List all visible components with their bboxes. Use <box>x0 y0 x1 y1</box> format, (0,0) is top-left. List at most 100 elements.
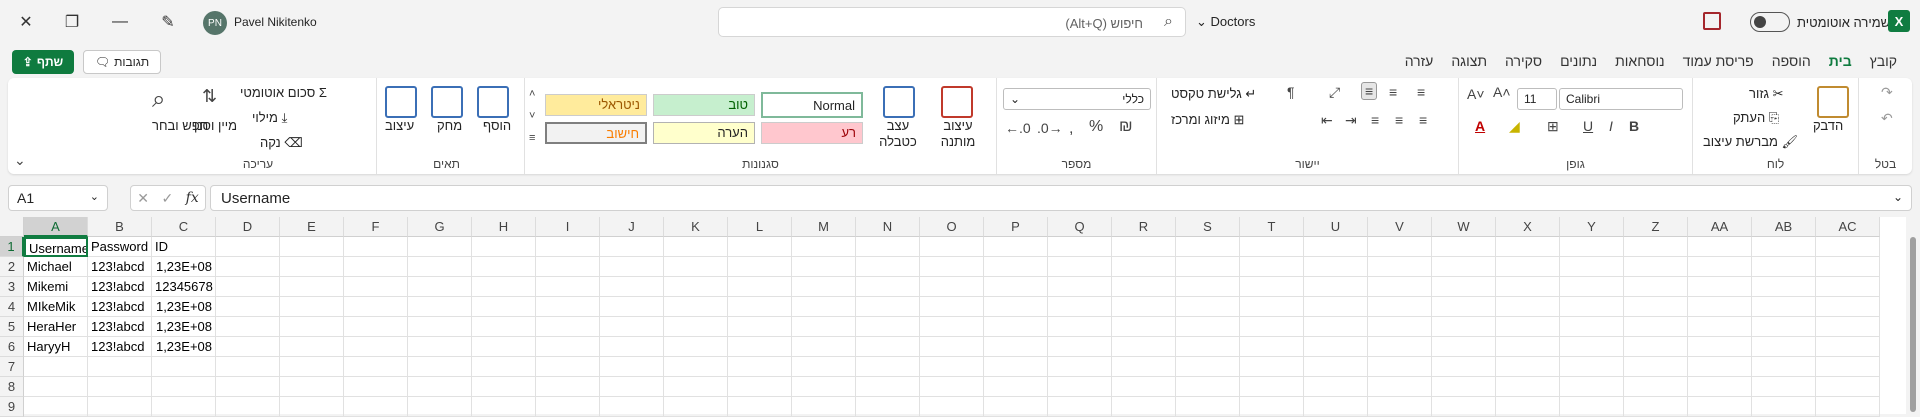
autosave-toggle[interactable] <box>1750 12 1790 32</box>
cell-o7[interactable] <box>920 357 984 377</box>
column-header-n[interactable]: N <box>856 217 920 237</box>
cell-c1[interactable]: ID <box>152 237 216 257</box>
cell-s3[interactable] <box>1176 277 1240 297</box>
column-header-e[interactable]: E <box>280 217 344 237</box>
cancel-icon[interactable]: ✕ <box>137 190 149 207</box>
cell-x5[interactable] <box>1496 317 1560 337</box>
cell-i8[interactable] <box>536 377 600 397</box>
cell-b9[interactable] <box>88 397 152 417</box>
cell-b1[interactable]: Password <box>88 237 152 257</box>
comma-style-icon[interactable]: , <box>1069 120 1073 138</box>
insert-function-button[interactable]: fx <box>186 190 199 206</box>
column-header-v[interactable]: V <box>1368 217 1432 237</box>
cell-t1[interactable] <box>1240 237 1304 257</box>
cell-j5[interactable] <box>600 317 664 337</box>
cell-o5[interactable] <box>920 317 984 337</box>
cell-aa4[interactable] <box>1688 297 1752 317</box>
cell-v3[interactable] <box>1368 277 1432 297</box>
percent-icon[interactable]: % <box>1089 118 1103 136</box>
cell-p9[interactable] <box>984 397 1048 417</box>
close-icon[interactable]: ✕ <box>6 8 46 36</box>
cell-c8[interactable] <box>152 377 216 397</box>
cell-o9[interactable] <box>920 397 984 417</box>
row-header-7[interactable]: 7 <box>0 357 24 377</box>
cell-f9[interactable] <box>344 397 408 417</box>
check-icon[interactable]: ✓ <box>161 190 173 207</box>
cell-b8[interactable] <box>88 377 152 397</box>
cell-k9[interactable] <box>664 397 728 417</box>
decrease-decimal-icon[interactable]: .0→ <box>1037 120 1063 136</box>
cell-ac5[interactable] <box>1816 317 1880 337</box>
bold-icon[interactable]: B <box>1629 118 1639 134</box>
cell-q2[interactable] <box>1048 257 1112 277</box>
cell-z9[interactable] <box>1624 397 1688 417</box>
cell-ab5[interactable] <box>1752 317 1816 337</box>
styles-scroll-up-icon[interactable]: ˄ <box>529 88 535 100</box>
cell-f2[interactable] <box>344 257 408 277</box>
cell-j8[interactable] <box>600 377 664 397</box>
cell-r3[interactable] <box>1112 277 1176 297</box>
cell-x3[interactable] <box>1496 277 1560 297</box>
align-right-icon[interactable]: ≡ <box>1371 112 1379 128</box>
cell-t2[interactable] <box>1240 257 1304 277</box>
cell-a5[interactable]: HeraHer <box>24 317 88 337</box>
cell-j9[interactable] <box>600 397 664 417</box>
cell-r4[interactable] <box>1112 297 1176 317</box>
cell-ac3[interactable] <box>1816 277 1880 297</box>
tab-formulas[interactable]: נוסחאות <box>1606 53 1673 69</box>
cell-t8[interactable] <box>1240 377 1304 397</box>
column-header-s[interactable]: S <box>1176 217 1240 237</box>
row-header-8[interactable]: 8 <box>0 377 24 397</box>
cell-f4[interactable] <box>344 297 408 317</box>
column-header-j[interactable]: J <box>600 217 664 237</box>
cell-t4[interactable] <box>1240 297 1304 317</box>
cell-a2[interactable]: Michael <box>24 257 88 277</box>
cell-h8[interactable] <box>472 377 536 397</box>
column-header-p[interactable]: P <box>984 217 1048 237</box>
column-header-t[interactable]: T <box>1240 217 1304 237</box>
cell-m8[interactable] <box>792 377 856 397</box>
column-header-l[interactable]: L <box>728 217 792 237</box>
cell-s1[interactable] <box>1176 237 1240 257</box>
cell-y9[interactable] <box>1560 397 1624 417</box>
cell-l7[interactable] <box>728 357 792 377</box>
cell-w8[interactable] <box>1432 377 1496 397</box>
align-top-icon[interactable]: ≡ <box>1361 82 1378 100</box>
cell-g3[interactable] <box>408 277 472 297</box>
cell-x8[interactable] <box>1496 377 1560 397</box>
cell-p1[interactable] <box>984 237 1048 257</box>
document-name[interactable]: ⌄ Doctors <box>1196 14 1255 30</box>
cell-k2[interactable] <box>664 257 728 277</box>
cell-z7[interactable] <box>1624 357 1688 377</box>
cell-aa7[interactable] <box>1688 357 1752 377</box>
cell-u9[interactable] <box>1304 397 1368 417</box>
cell-x4[interactable] <box>1496 297 1560 317</box>
style-good[interactable]: טוב <box>653 94 755 116</box>
column-header-r[interactable]: R <box>1112 217 1176 237</box>
fill-color-icon[interactable]: ◢ <box>1509 118 1520 135</box>
cell-v8[interactable] <box>1368 377 1432 397</box>
cell-w9[interactable] <box>1432 397 1496 417</box>
cell-i9[interactable] <box>536 397 600 417</box>
cell-w3[interactable] <box>1432 277 1496 297</box>
cell-i6[interactable] <box>536 337 600 357</box>
share-button[interactable]: ⇪ שתף <box>12 50 74 74</box>
cell-q6[interactable] <box>1048 337 1112 357</box>
cell-l9[interactable] <box>728 397 792 417</box>
cell-i4[interactable] <box>536 297 600 317</box>
cell-ab6[interactable] <box>1752 337 1816 357</box>
paste-button[interactable]: הדבק <box>1813 118 1843 133</box>
cell-k3[interactable] <box>664 277 728 297</box>
cell-g6[interactable] <box>408 337 472 357</box>
borders-icon[interactable]: ⊞ <box>1547 118 1559 135</box>
cell-k1[interactable] <box>664 237 728 257</box>
cell-o2[interactable] <box>920 257 984 277</box>
cell-k7[interactable] <box>664 357 728 377</box>
cell-b2[interactable]: 123!abcd <box>88 257 152 277</box>
select-all-corner[interactable] <box>0 217 24 237</box>
cell-v4[interactable] <box>1368 297 1432 317</box>
cell-x9[interactable] <box>1496 397 1560 417</box>
cell-p7[interactable] <box>984 357 1048 377</box>
column-header-a[interactable]: A <box>24 217 88 237</box>
cell-p6[interactable] <box>984 337 1048 357</box>
